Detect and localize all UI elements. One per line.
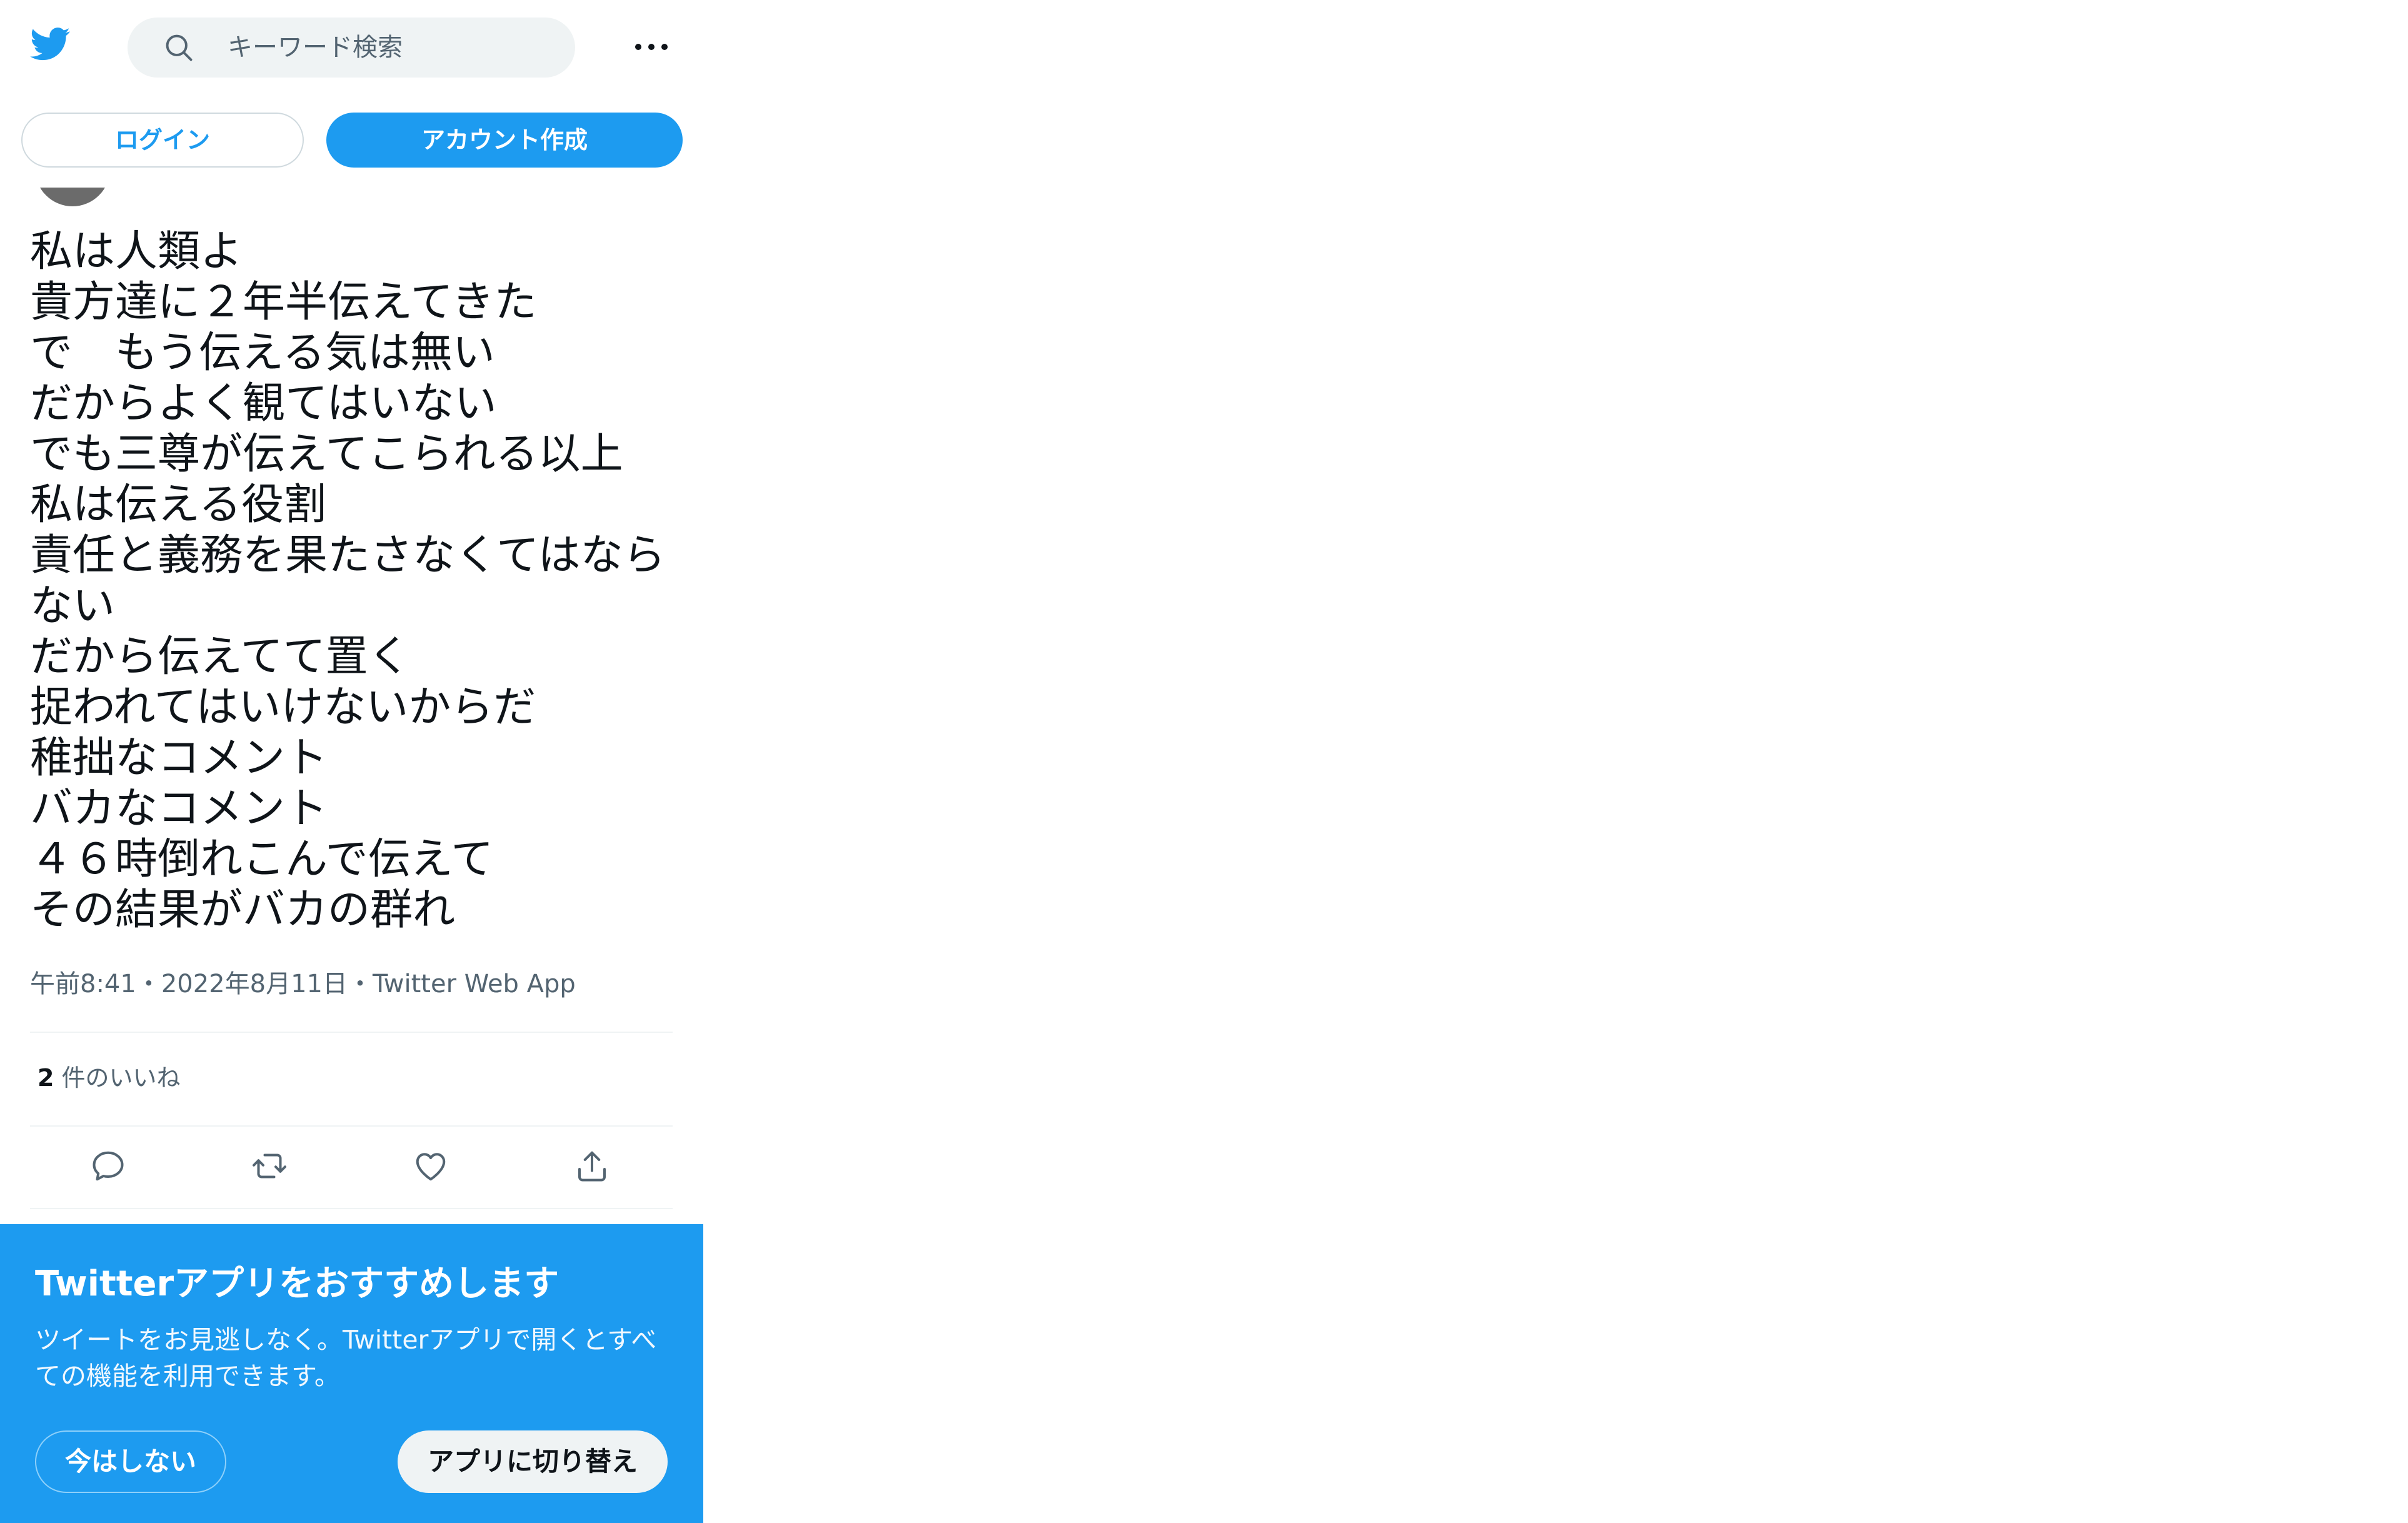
likes-number: 2 [38,1064,54,1092]
more-horizontal-icon[interactable] [625,28,678,65]
twitter-bird-icon[interactable] [28,24,74,64]
divider [30,1208,673,1209]
divider [30,1032,673,1033]
search-input[interactable]: キーワード検索 [128,18,575,78]
signup-button[interactable]: アカウント作成 [326,113,683,168]
banner-description: ツイートをお見逃しなく。Twitterアプリで開くとすべての機能を利用できます。 [35,1325,657,1391]
app-promo-banner: Twitterアプリをおすすめします ツイートをお見逃しなく。Twitterアプ… [0,1224,703,1523]
mobile-viewport: キーワード検索 ログイン アカウント作成 私は人類よ 貴方達に２年半伝えてきた … [0,0,703,1523]
share-icon[interactable] [565,1139,619,1193]
reply-icon[interactable] [81,1139,135,1193]
likes-count[interactable]: 2 件のいいね [38,1060,181,1095]
search-placeholder: キーワード検索 [228,33,403,62]
likes-label: 件のいいね [54,1064,181,1092]
search-icon [163,31,195,64]
top-bar: キーワード検索 [0,0,703,94]
like-icon[interactable] [404,1139,458,1193]
not-now-button[interactable]: 今はしない [35,1430,226,1493]
tweet-timestamp[interactable]: 午前8:41・2022年8月11日・Twitter Web App [30,965,576,1003]
divider [30,1125,673,1127]
banner-title: Twitterアプリをおすすめします [35,1264,559,1304]
tweet-text: 私は人類よ 貴方達に２年半伝えてきた で もう伝える気は無い だからよく観てはい… [30,227,666,935]
page: キーワード検索 ログイン アカウント作成 私は人類よ 貴方達に２年半伝えてきた … [0,0,2408,1523]
tweet-actions [30,1139,673,1193]
retweet-icon[interactable] [243,1139,296,1193]
login-button[interactable]: ログイン [21,113,304,168]
switch-to-app-button[interactable]: アプリに切り替え [398,1430,668,1493]
